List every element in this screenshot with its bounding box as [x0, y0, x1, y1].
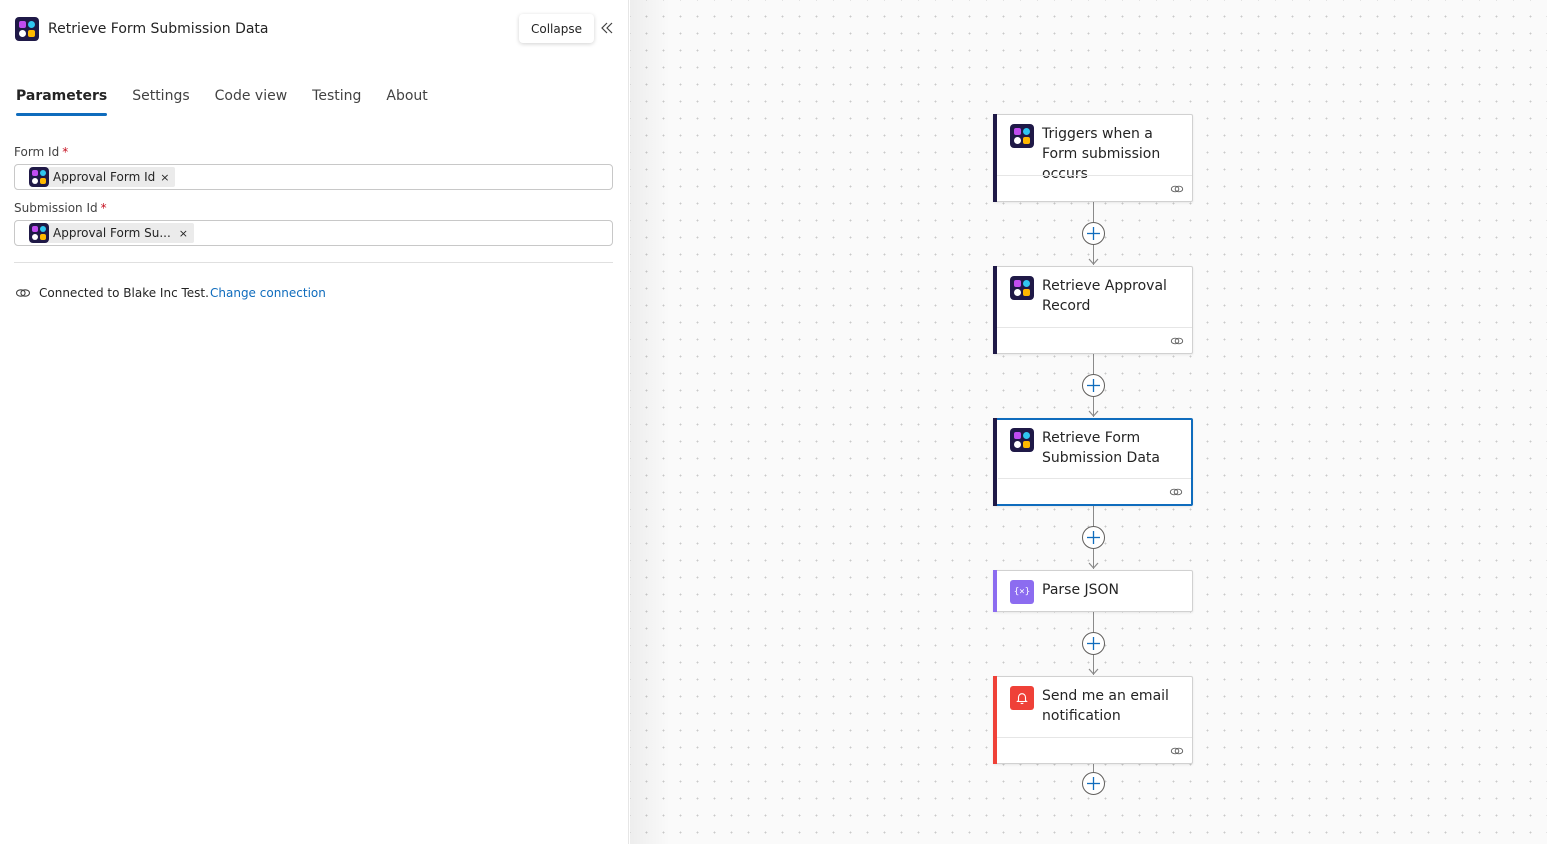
plus-icon [1087, 637, 1100, 650]
canvas-shadow [630, 0, 670, 844]
change-connection-link[interactable]: Change connection [210, 286, 326, 300]
flow-node-parse-json[interactable]: {×} Parse JSON [993, 570, 1193, 612]
node-accent-bar [993, 418, 997, 506]
insert-step-button[interactable] [1082, 374, 1105, 397]
link-icon [1170, 337, 1184, 344]
flow-node-send-email-notification[interactable]: Send me an email notification [993, 676, 1193, 764]
insert-step-button[interactable] [1082, 222, 1105, 245]
arrow-down-icon [1088, 562, 1099, 569]
tab-parameters[interactable]: Parameters [16, 88, 108, 116]
insert-step-button[interactable] [1082, 526, 1105, 549]
node-footer [997, 327, 1192, 353]
panel-title: Retrieve Form Submission Data [48, 21, 269, 37]
dynamic-content-token[interactable]: Approval Form Id × [29, 167, 176, 187]
insert-step-button[interactable] [1082, 632, 1105, 655]
token-label: Approval Form Su... [53, 226, 171, 240]
plus-icon [1087, 531, 1100, 544]
node-footer [998, 478, 1191, 504]
node-title: Send me an email notification [1042, 688, 1169, 724]
node-accent-bar [993, 570, 997, 612]
tab-settings[interactable]: Settings [132, 88, 189, 116]
json-icon: {×} [1010, 580, 1034, 604]
panel-header: Retrieve Form Submission Data [15, 17, 269, 41]
tab-testing[interactable]: Testing [312, 88, 361, 116]
bell-icon [1010, 686, 1034, 710]
panel-tabs: Parameters Settings Code view Testing Ab… [16, 88, 453, 116]
remove-token-icon[interactable]: × [179, 227, 188, 240]
node-title: Retrieve Form Submission Data [1042, 430, 1160, 466]
connector-app-icon [1010, 428, 1034, 452]
node-footer [997, 175, 1192, 201]
required-mark: * [100, 201, 107, 215]
double-chevron-left-icon[interactable] [600, 21, 614, 35]
flow-node-retrieve-approval-record[interactable]: Retrieve Approval Record [993, 266, 1193, 354]
remove-token-icon[interactable]: × [160, 171, 169, 184]
connector-app-icon [15, 17, 39, 41]
collapse-button[interactable]: Collapse [519, 14, 594, 43]
node-title: Retrieve Approval Record [1042, 278, 1167, 314]
flow-node-trigger[interactable]: Triggers when a Form submission occurs [993, 114, 1193, 202]
form-id-label: Form Id * [14, 145, 69, 159]
connector-app-icon [1010, 276, 1034, 300]
tab-code-view[interactable]: Code view [215, 88, 288, 116]
token-label: Approval Form Id [53, 170, 156, 184]
arrow-down-icon [1088, 668, 1099, 675]
link-icon [1170, 185, 1184, 192]
node-title: Parse JSON [1042, 582, 1120, 598]
plus-icon [1087, 227, 1100, 240]
add-step-button[interactable] [1082, 772, 1105, 795]
dynamic-content-token[interactable]: Approval Form Su... × [29, 223, 194, 243]
node-footer [997, 737, 1192, 763]
plus-icon [1087, 777, 1100, 790]
link-icon [15, 289, 31, 297]
plus-icon [1087, 379, 1100, 392]
required-mark: * [62, 145, 69, 159]
form-id-field[interactable]: Approval Form Id × [14, 164, 613, 190]
details-panel: Retrieve Form Submission Data Collapse P… [0, 0, 629, 844]
tab-about[interactable]: About [386, 88, 427, 116]
divider [14, 262, 613, 263]
submission-id-field[interactable]: Approval Form Su... × [14, 220, 613, 246]
connector-app-icon [1010, 124, 1034, 148]
submission-id-label: Submission Id * [14, 201, 107, 215]
connector-app-icon [29, 167, 49, 187]
arrow-down-icon [1088, 258, 1099, 265]
connector-app-icon [29, 223, 49, 243]
flow-node-retrieve-form-submission-data[interactable]: Retrieve Form Submission Data [993, 418, 1193, 506]
link-icon [1169, 488, 1183, 495]
connection-info: Connected to Blake Inc Test. Change conn… [15, 285, 326, 301]
arrow-down-icon [1088, 410, 1099, 417]
link-icon [1170, 747, 1184, 754]
connection-status-text: Connected to Blake Inc Test. [39, 286, 209, 300]
